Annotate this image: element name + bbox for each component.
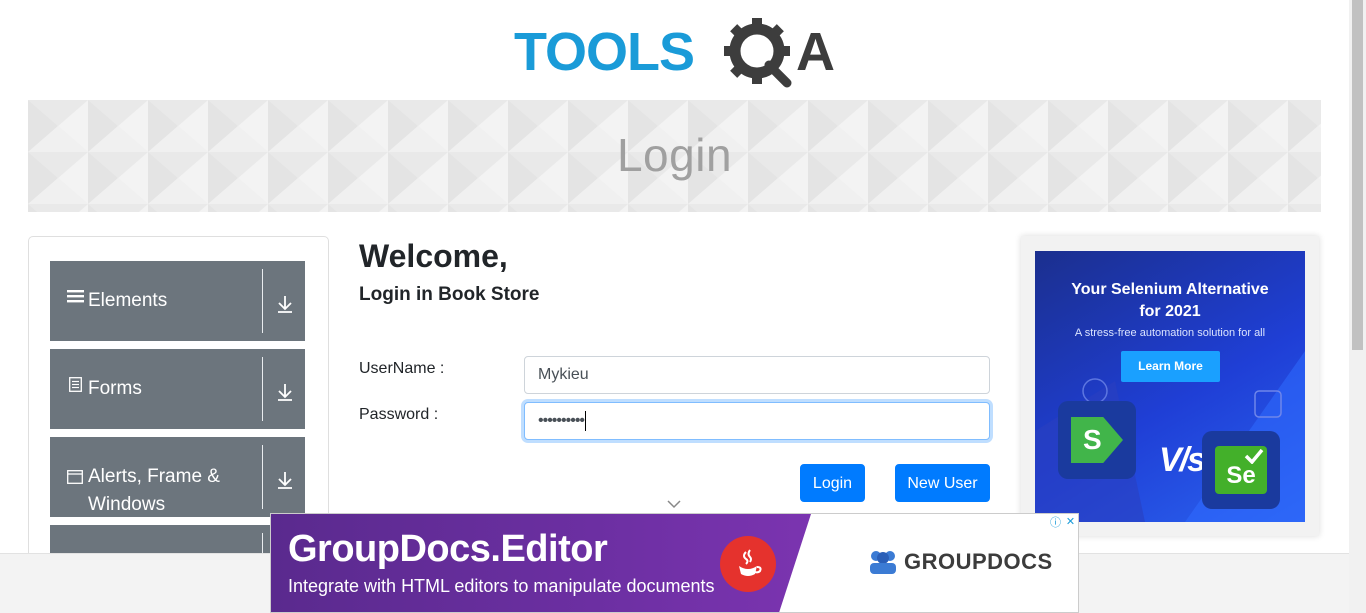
document-icon [66,375,84,393]
password-label: Password : [359,406,439,423]
right-ad-banner[interactable]: Your Selenium Alternative for 2021 A str… [1035,251,1305,522]
download-arrow-icon[interactable] [275,294,295,314]
ad-heading: Your Selenium Alternative for 2021 [1035,279,1305,323]
learn-more-button[interactable]: Learn More [1121,351,1220,382]
groupdocs-brand: GROUPDOCS [868,549,1053,575]
page-title: Login [616,129,733,181]
ad-subtext: A stress-free automation solution for al… [1074,327,1266,339]
katalon-logo: S [1058,401,1136,479]
new-user-button[interactable]: New User [895,464,990,502]
download-arrow-icon[interactable] [275,382,295,402]
info-icon[interactable]: ⓘ [1048,514,1063,529]
sidebar-group-forms[interactable]: Forms [50,349,305,429]
groupdocs-logo-icon [870,551,896,574]
java-icon [720,536,776,592]
right-ad[interactable]: Your Selenium Alternative for 2021 A str… [1021,236,1319,536]
username-value: Mykieu [538,366,589,383]
password-value: •••••••••• [538,412,585,429]
chevron-down-icon[interactable] [666,498,682,510]
sidebar-group-label: Elements [88,290,168,311]
ad-heading-line-2: for 2021 [1139,303,1201,320]
label-line-1: Alerts, Frame & [88,466,220,487]
scrollbar-thumb[interactable] [1352,0,1363,350]
versus-text: V/s [1159,441,1206,479]
sidebar-group-elements[interactable]: Elements [50,261,305,341]
welcome-heading: Welcome, [359,238,508,274]
right-logo-text: Se [1226,462,1256,489]
window-icon [66,468,84,486]
username-input[interactable]: Mykieu [524,356,990,394]
password-input[interactable]: •••••••••• [524,402,990,440]
toolsqa-logo[interactable]: TOOLS A [514,14,839,92]
groupdocs-brand-text: GROUPDOCS [904,549,1053,574]
text-caret [585,410,587,431]
divider [262,357,263,421]
username-label: UserName : [359,360,445,377]
logo-main-text: TOOLS [514,22,694,82]
close-icon[interactable]: ✕ [1063,514,1078,529]
sidebar-group-label: Forms [88,378,142,399]
sidebar-group-label: Alerts, Frame & Windows [88,463,220,519]
left-logo-text: S [1083,424,1102,455]
divider [262,269,263,333]
bottom-ad-title: GroupDocs.Editor [288,528,608,570]
bottom-ad-subtitle: Integrate with HTML editors to manipulat… [288,576,715,596]
page: TOOLS A Login Elements Forms Alerts, Fra… [0,0,1366,613]
menu-icon [66,287,84,305]
sidebar-group-alerts[interactable]: Alerts, Frame & Windows [50,437,305,517]
ad-heading-line-1: Your Selenium Alternative [1071,281,1269,298]
bottom-ad[interactable]: GroupDocs.Editor Integrate with HTML edi… [270,513,1079,613]
download-arrow-icon[interactable] [275,470,295,490]
login-button[interactable]: Login [800,464,865,502]
selenium-logo: Se [1202,431,1280,509]
page-banner: Login [28,100,1321,212]
divider [262,445,263,509]
ad-choices[interactable]: ⓘ ✕ [1048,514,1078,529]
label-line-2: Windows [88,494,166,515]
logo-tail-text: A [796,22,835,82]
login-subtitle: Login in Book Store [359,284,540,305]
checkmark-icon [1244,448,1264,464]
